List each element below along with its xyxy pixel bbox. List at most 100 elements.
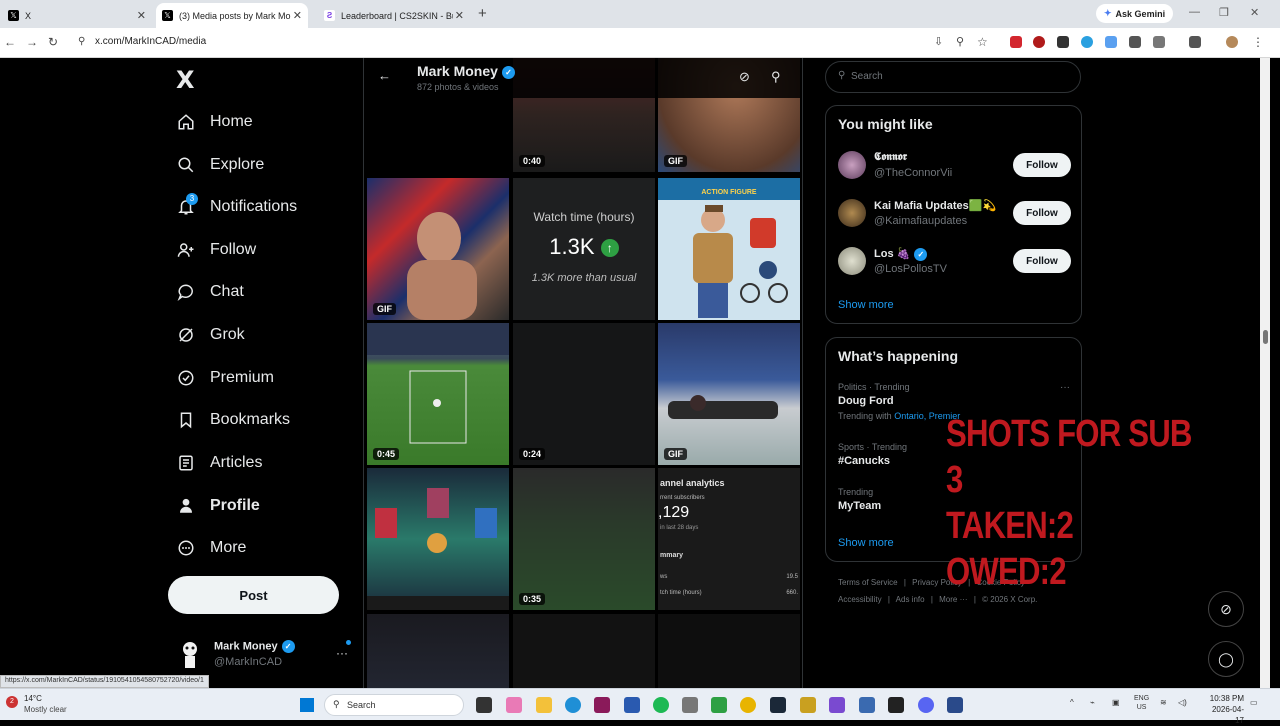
nav-home[interactable]: Home [176, 104, 253, 140]
media-item[interactable] [513, 614, 655, 688]
xbox-icon[interactable] [711, 697, 727, 713]
tray-expand-icon[interactable]: ^ [1070, 698, 1074, 707]
extension-icon[interactable] [1129, 36, 1141, 48]
media-item[interactable]: 0:45 [367, 323, 509, 465]
app-icon[interactable] [624, 697, 640, 713]
app-icon[interactable] [947, 697, 963, 713]
suggested-user[interactable]: 𝕮𝖔𝖓𝖓𝖔𝖗 @TheConnorVii Follow [838, 149, 1071, 185]
grok-fab-button[interactable]: ⊘ [1208, 591, 1244, 627]
notifications-icon[interactable]: ▭ [1250, 698, 1258, 707]
media-item[interactable]: GIF [658, 323, 800, 465]
windows-start-icon[interactable] [300, 698, 314, 712]
maximize-icon[interactable]: ❐ [1219, 6, 1229, 19]
steam-icon[interactable] [770, 697, 786, 713]
nav-notifications[interactable]: 3 Notifications [176, 189, 297, 225]
app-icon[interactable] [888, 697, 904, 713]
wifi-icon[interactable]: ≋ [1160, 698, 1167, 707]
close-tab-icon[interactable]: ✕ [290, 9, 302, 22]
minimize-icon[interactable]: — [1189, 6, 1200, 18]
ask-gemini-button[interactable]: ✦ Ask Gemini [1096, 4, 1174, 23]
extension-icon[interactable] [1010, 36, 1022, 48]
nav-profile[interactable]: Profile [176, 488, 260, 524]
task-view-icon[interactable] [476, 697, 492, 713]
extensions-puzzle-icon[interactable] [1153, 36, 1165, 48]
back-arrow-icon[interactable]: ← [378, 68, 391, 83]
nav-bookmarks[interactable]: Bookmarks [176, 402, 290, 438]
media-item[interactable]: annel analytics rrent subscribers ,129 i… [658, 468, 800, 610]
browser-tab-x[interactable]: 𝕏 X ✕ [2, 3, 152, 28]
settings-icon[interactable] [682, 697, 698, 713]
forward-icon[interactable]: → [26, 35, 38, 49]
taskbar-clock[interactable]: 10:38 PM 2026-04-17 [1208, 693, 1244, 726]
app-icon[interactable] [594, 697, 610, 713]
post-button[interactable]: Post [168, 576, 339, 614]
discord-icon[interactable] [918, 697, 934, 713]
copilot-icon[interactable] [506, 697, 522, 713]
close-tab-icon[interactable]: ✕ [452, 9, 464, 22]
media-item[interactable]: 0:35 [513, 468, 655, 610]
more-link[interactable]: More ··· [939, 595, 967, 604]
site-info-icon[interactable]: ⚲ [78, 36, 85, 47]
reload-icon[interactable]: ↻ [48, 35, 58, 49]
nav-more[interactable]: More [176, 530, 246, 566]
nav-premium[interactable]: Premium [176, 360, 274, 396]
browser-tab-media[interactable]: 𝕏 (3) Media posts by Mark Mone ✕ [156, 3, 308, 28]
nav-explore[interactable]: Explore [176, 147, 264, 183]
x-logo[interactable]: X [176, 66, 195, 94]
browser-tab-leaderboard[interactable]: Ƨ Leaderboard | CS2SKIN - Built ✕ [318, 3, 470, 28]
media-item[interactable]: Watch time (hours) 1.3K ↑ 1.3K more than… [513, 178, 655, 320]
show-more-link[interactable]: Show more [838, 299, 894, 311]
suggested-user[interactable]: Los 🍇 ✓ @LosPollosTV Follow [838, 245, 1071, 281]
media-item[interactable]: 0:24 [513, 323, 655, 465]
install-icon[interactable]: ⇩ [934, 35, 943, 48]
taskbar-search[interactable]: ⚲ Search [324, 694, 464, 716]
nav-chat[interactable]: Chat [176, 274, 244, 310]
account-switcher[interactable]: Mark Money ✓ @MarkInCAD ··· [176, 638, 356, 674]
media-item[interactable]: ACTION FIGURE [658, 178, 800, 320]
sidebar-icon[interactable] [1189, 36, 1201, 48]
chat-fab-button[interactable]: ◯ [1208, 641, 1244, 677]
search-input[interactable]: ⚲ Search [825, 61, 1081, 93]
browser-menu-icon[interactable]: ⋮ [1252, 35, 1264, 49]
new-tab-icon[interactable]: + [478, 5, 487, 22]
edge-icon[interactable] [565, 697, 581, 713]
media-item[interactable]: GIF [367, 178, 509, 320]
network-icon[interactable]: ⌁ [1090, 698, 1095, 707]
zoom-icon[interactable]: ⚲ [956, 35, 964, 48]
extension-icon[interactable] [1033, 36, 1045, 48]
scrollbar[interactable] [1260, 58, 1270, 688]
nav-follow[interactable]: Follow [176, 232, 256, 268]
app-icon[interactable] [800, 697, 816, 713]
nav-articles[interactable]: Articles [176, 445, 262, 481]
more-options-icon[interactable]: ··· [1060, 382, 1070, 393]
search-icon[interactable]: ⚲ [771, 69, 781, 85]
extension-icon[interactable] [1057, 36, 1069, 48]
media-item[interactable] [658, 614, 800, 688]
close-tab-icon[interactable]: ✕ [137, 9, 146, 22]
chrome-icon[interactable] [740, 697, 756, 713]
grok-icon[interactable]: ⊘ [739, 69, 750, 85]
app-icon[interactable] [859, 697, 875, 713]
follow-button[interactable]: Follow [1013, 249, 1071, 273]
file-explorer-icon[interactable] [536, 697, 552, 713]
accessibility-link[interactable]: Accessibility [838, 595, 882, 604]
media-item[interactable] [367, 614, 509, 688]
app-icon[interactable] [829, 697, 845, 713]
language-indicator[interactable]: ENG US [1134, 694, 1149, 712]
more-options-icon[interactable]: ··· [336, 646, 348, 660]
extension-icon[interactable] [1105, 36, 1117, 48]
follow-button[interactable]: Follow [1013, 201, 1071, 225]
terms-link[interactable]: Terms of Service [838, 578, 898, 587]
profile-avatar-icon[interactable] [1226, 36, 1238, 48]
url-field[interactable]: x.com/MarkInCAD/media [95, 36, 206, 47]
window-close-icon[interactable]: ✕ [1250, 6, 1259, 19]
spotify-icon[interactable] [653, 697, 669, 713]
show-more-link[interactable]: Show more [838, 537, 894, 549]
ads-info-link[interactable]: Ads info [896, 595, 925, 604]
follow-button[interactable]: Follow [1013, 153, 1071, 177]
volume-icon[interactable]: ◁) [1178, 698, 1187, 707]
suggested-user[interactable]: Kai Mafia Updates🟩💫 @Kaimafiaupdates Fol… [838, 197, 1071, 233]
nav-grok[interactable]: Grok [176, 317, 245, 353]
scrollbar-thumb[interactable] [1263, 330, 1268, 344]
extension-icon[interactable] [1081, 36, 1093, 48]
